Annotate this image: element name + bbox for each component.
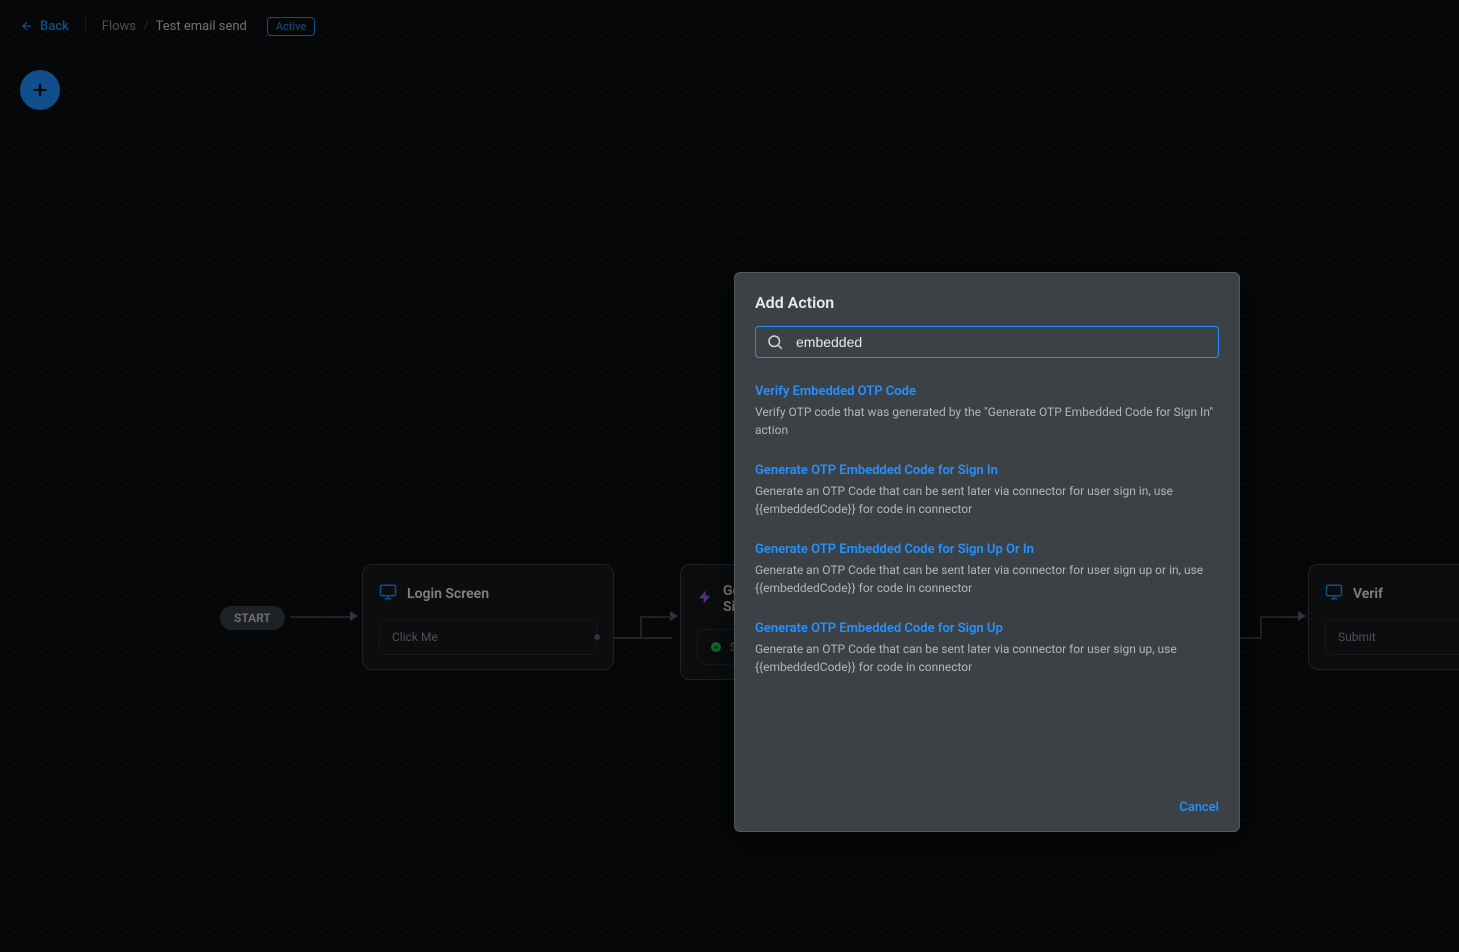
action-desc: Generate an OTP Code that can be sent la…	[755, 640, 1219, 676]
action-desc: Generate an OTP Code that can be sent la…	[755, 482, 1219, 518]
action-title: Generate OTP Embedded Code for Sign Up	[755, 621, 1219, 636]
action-generate-otp-signup[interactable]: Generate OTP Embedded Code for Sign Up G…	[755, 621, 1219, 676]
action-list: Verify Embedded OTP Code Verify OTP code…	[735, 368, 1239, 786]
modal-title: Add Action	[735, 273, 1239, 326]
action-generate-otp-signup-or-in[interactable]: Generate OTP Embedded Code for Sign Up O…	[755, 542, 1219, 597]
action-desc: Generate an OTP Code that can be sent la…	[755, 561, 1219, 597]
action-verify-embedded-otp[interactable]: Verify Embedded OTP Code Verify OTP code…	[755, 384, 1219, 439]
action-desc: Verify OTP code that was generated by th…	[755, 403, 1219, 439]
search-input[interactable]	[794, 333, 1208, 351]
search-field[interactable]	[755, 326, 1219, 358]
modal-backdrop[interactable]	[0, 0, 1459, 952]
action-title: Generate OTP Embedded Code for Sign In	[755, 463, 1219, 478]
action-title: Generate OTP Embedded Code for Sign Up O…	[755, 542, 1219, 557]
search-icon	[766, 333, 784, 351]
action-title: Verify Embedded OTP Code	[755, 384, 1219, 399]
add-action-modal: Add Action Verify Embedded OTP Code Veri…	[734, 272, 1240, 832]
cancel-button[interactable]: Cancel	[1179, 800, 1219, 815]
action-generate-otp-signin[interactable]: Generate OTP Embedded Code for Sign In G…	[755, 463, 1219, 518]
